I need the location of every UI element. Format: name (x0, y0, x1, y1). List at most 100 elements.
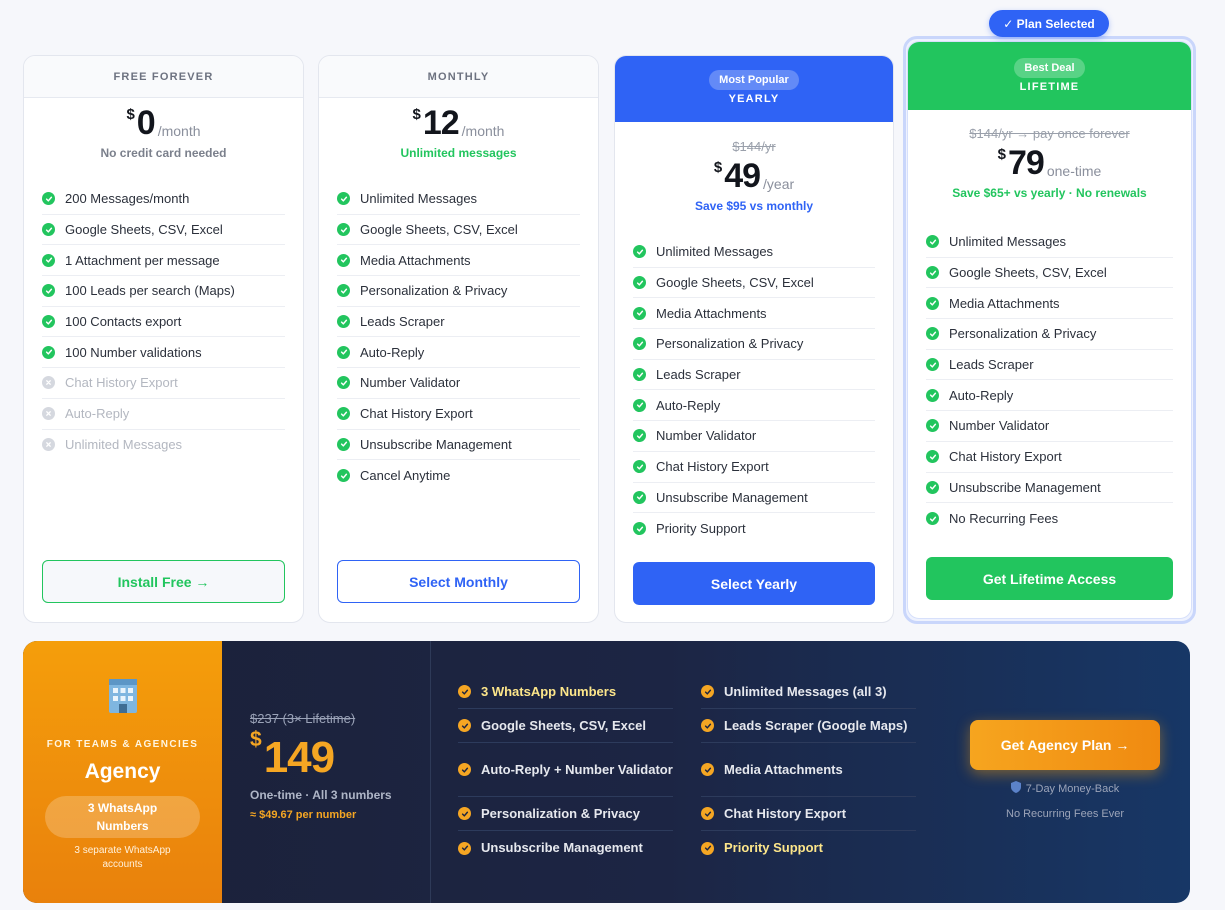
install-free-button[interactable]: Install Free → (42, 560, 285, 603)
feature-label: 1 Attachment per message (65, 252, 220, 268)
agency-feature-label: Media Attachments (724, 761, 843, 777)
agency-feature-item: Priority Support (701, 831, 916, 865)
check-circle-icon (633, 368, 646, 382)
feature-item: Auto-Reply (337, 337, 580, 369)
feature-item: Personalization & Privacy (633, 329, 875, 360)
feature-label: Google Sheets, CSV, Excel (65, 222, 223, 238)
feature-item: Auto-Reply (926, 380, 1173, 412)
feature-label: Auto-Reply (360, 344, 425, 360)
money-back-line: 7-Day Money-Back (970, 781, 1160, 796)
feature-item: 200 Messages/month (42, 184, 285, 215)
feature-item: Unlimited Messages (42, 430, 285, 461)
check-circle-icon (926, 480, 939, 494)
agency-currency: $ (250, 728, 262, 751)
select-yearly-button[interactable]: Select Yearly (633, 562, 875, 605)
plan-header-free: FREE FOREVER (24, 56, 303, 98)
get-agency-plan-button[interactable]: Get Agency Plan → (970, 720, 1160, 770)
check-circle-icon (337, 253, 350, 267)
check-circle-icon (633, 522, 646, 536)
select-monthly-button[interactable]: Select Monthly (337, 560, 580, 603)
check-circle-icon (42, 223, 55, 237)
feature-list-free: 200 Messages/month Google Sheets, CSV, Ex… (42, 184, 285, 460)
check-circle-icon (926, 327, 939, 341)
check-circle-icon (337, 469, 350, 483)
feature-label: 200 Messages/month (65, 191, 190, 207)
agency-feature-item: Media Attachments (701, 743, 916, 797)
price-note-free: No credit card needed (100, 146, 227, 160)
feature-label: Auto-Reply (949, 387, 1014, 403)
feature-item: Unlimited Messages (633, 237, 875, 268)
feature-label: Personalization & Privacy (656, 336, 804, 352)
best-deal-badge: Best Deal (1014, 58, 1085, 78)
agency-feature-list-left: 3 WhatsApp Numbers Google Sheets, CSV, Ex… (458, 675, 673, 865)
price-note-lifetime: Save $65+ vs yearly · No renewals (952, 186, 1147, 200)
whatsapp-numbers-pill: 3 WhatsApp Numbers (45, 796, 200, 838)
check-circle-icon (337, 376, 350, 390)
plan-title-lifetime: LIFETIME (1019, 81, 1080, 93)
agency-price-amount: 149 (263, 733, 335, 782)
feature-label: Unlimited Messages (360, 191, 478, 207)
agency-per-number: ≈ $49.67 per number (250, 809, 357, 821)
check-circle-icon (701, 719, 714, 732)
check-circle-icon (337, 345, 350, 359)
feature-list-yearly: Unlimited Messages Google Sheets, CSV, Ex… (633, 237, 875, 544)
old-price-lifetime: $144/yr → pay once forever (969, 126, 1130, 141)
agency-feature-list-right: Unlimited Messages (all 3) Leads Scraper … (701, 675, 916, 865)
feature-item: Unsubscribe Management (926, 473, 1173, 504)
agency-feature-item: 3 WhatsApp Numbers (458, 675, 673, 709)
agency-feature-item: Google Sheets, CSV, Excel (458, 709, 673, 743)
currency-symbol: $ (412, 106, 421, 123)
check-circle-icon (926, 235, 939, 249)
check-circle-icon (926, 450, 939, 464)
x-circle-icon (42, 376, 55, 390)
feature-item: Google Sheets, CSV, Excel (42, 215, 285, 246)
money-back-text: 7-Day Money-Back (1025, 782, 1120, 795)
feature-item: 1 Attachment per message (42, 245, 285, 277)
check-circle-icon (926, 512, 939, 526)
price-note-monthly: Unlimited messages (400, 146, 517, 160)
office-building-icon (105, 677, 141, 715)
plan-header-monthly: MONTHLY (319, 56, 598, 98)
feature-item: Chat History Export (42, 368, 285, 399)
agency-feature-item: Auto-Reply + Number Validator (458, 743, 673, 797)
feature-label: Media Attachments (949, 295, 1060, 311)
check-circle-icon (458, 719, 471, 732)
price-amount-monthly: 12 (422, 104, 460, 142)
agency-numbers-note: 3 separate WhatsApp accounts (74, 845, 171, 870)
price-amount-free: 0 (136, 104, 156, 142)
feature-item: Number Validator (633, 421, 875, 452)
check-circle-icon (633, 398, 646, 412)
feature-item: Chat History Export (633, 452, 875, 483)
agency-feature-label: 3 WhatsApp Numbers (481, 683, 617, 699)
plan-card-lifetime[interactable]: Best Deal LIFETIME $144/yr → pay once fo… (907, 41, 1192, 619)
plan-header-lifetime: Best Deal LIFETIME (908, 42, 1191, 110)
plan-card-monthly: MONTHLY $ 12 /month Unlimited messages U… (318, 55, 599, 623)
feature-label: Leads Scraper (949, 357, 1034, 373)
feature-list-monthly: Unlimited Messages Google Sheets, CSV, Ex… (337, 184, 580, 491)
feature-item: Media Attachments (926, 288, 1173, 320)
feature-label: Number Validator (949, 418, 1050, 434)
check-circle-icon (926, 388, 939, 402)
check-circle-icon (458, 807, 471, 820)
feature-label: Chat History Export (949, 449, 1062, 465)
feature-label: Leads Scraper (656, 367, 741, 383)
shield-icon (1010, 781, 1021, 796)
feature-item: Auto-Reply (633, 390, 875, 422)
check-circle-icon (633, 460, 646, 474)
feature-label: Chat History Export (360, 406, 473, 422)
agency-eyebrow: FOR TEAMS & AGENCIES (46, 739, 199, 750)
currency-symbol: $ (126, 106, 135, 123)
feature-label: Personalization & Privacy (949, 326, 1097, 342)
feature-label: 100 Contacts export (65, 314, 182, 330)
feature-item: Unsubscribe Management (633, 483, 875, 514)
feature-item: Leads Scraper (926, 350, 1173, 381)
check-circle-icon (337, 437, 350, 451)
get-lifetime-access-button[interactable]: Get Lifetime Access (926, 557, 1173, 600)
agency-feature-label: Google Sheets, CSV, Excel (481, 717, 646, 733)
feature-label: Google Sheets, CSV, Excel (360, 222, 518, 238)
check-circle-icon (458, 841, 471, 855)
currency-symbol: $ (713, 159, 723, 176)
agency-intro-panel: FOR TEAMS & AGENCIES Agency 3 WhatsApp N… (23, 641, 222, 903)
agency-title: Agency (84, 760, 161, 783)
feature-label: Unlimited Messages (656, 244, 774, 260)
